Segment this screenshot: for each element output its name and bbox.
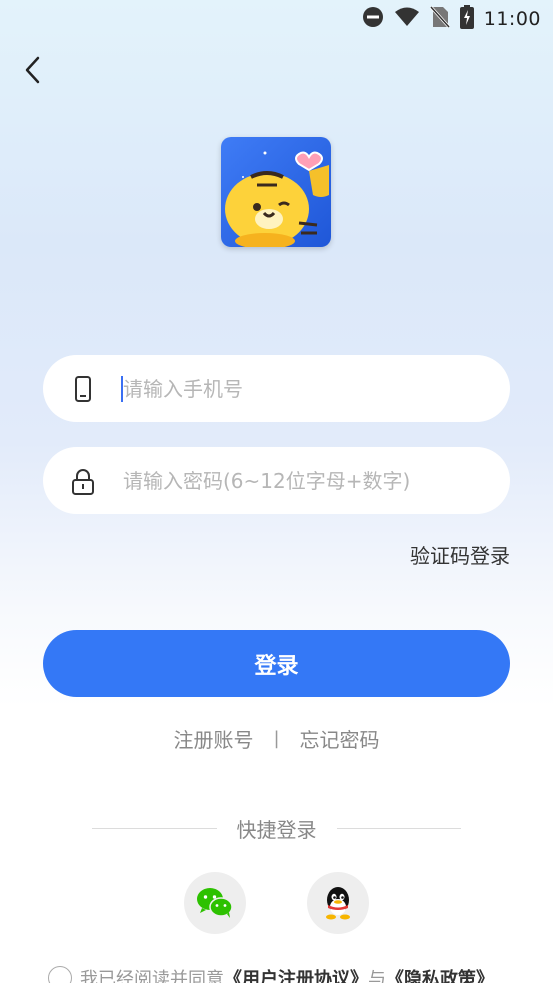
agreement-conjunction: 与 — [368, 969, 386, 983]
no-sim-icon — [429, 5, 450, 32]
wifi-icon — [394, 6, 420, 32]
link-separator: | — [273, 728, 280, 749]
privacy-policy-link[interactable]: 《隐私政策》 — [386, 965, 494, 983]
quick-login-label: 快捷登录 — [236, 817, 317, 842]
forgot-password-link[interactable]: 忘记密码 — [300, 724, 380, 753]
phone-input[interactable] — [123, 355, 493, 422]
status-time: 11:00 — [483, 8, 541, 30]
status-bar: 11:00 — [0, 0, 553, 38]
code-login-link[interactable]: 验证码登录 — [410, 540, 510, 569]
login-button[interactable]: 登录 — [43, 630, 510, 697]
agreement-checkbox[interactable] — [48, 966, 72, 983]
phone-input-container — [43, 355, 510, 422]
wechat-login-button[interactable] — [184, 872, 246, 934]
account-links: 注册账号 | 忘记密码 — [0, 724, 553, 753]
battery-charging-icon — [459, 5, 474, 33]
back-button[interactable] — [18, 52, 48, 88]
user-agreement-link[interactable]: 《用户注册协议》 — [224, 965, 368, 983]
qq-icon — [326, 887, 350, 920]
app-logo — [221, 137, 331, 247]
divider-line-left — [92, 827, 217, 829]
do-not-disturb-icon — [362, 6, 384, 32]
password-input[interactable] — [123, 447, 493, 514]
status-icons: 11:00 — [362, 5, 541, 33]
text-caret — [121, 376, 123, 402]
divider-line-right — [336, 827, 461, 829]
agreement-row: 我已经阅读并同意 《用户注册协议》 与 《隐私政策》 — [48, 965, 494, 983]
quick-login-divider: 快捷登录 — [92, 814, 461, 842]
phone-icon — [69, 375, 97, 403]
qq-login-button[interactable] — [307, 872, 369, 934]
register-link[interactable]: 注册账号 — [173, 724, 253, 753]
agreement-prefix: 我已经阅读并同意 — [80, 969, 224, 983]
lock-icon — [69, 467, 97, 495]
password-input-container — [43, 447, 510, 514]
wechat-icon — [197, 888, 233, 918]
chevron-left-icon — [25, 56, 40, 84]
